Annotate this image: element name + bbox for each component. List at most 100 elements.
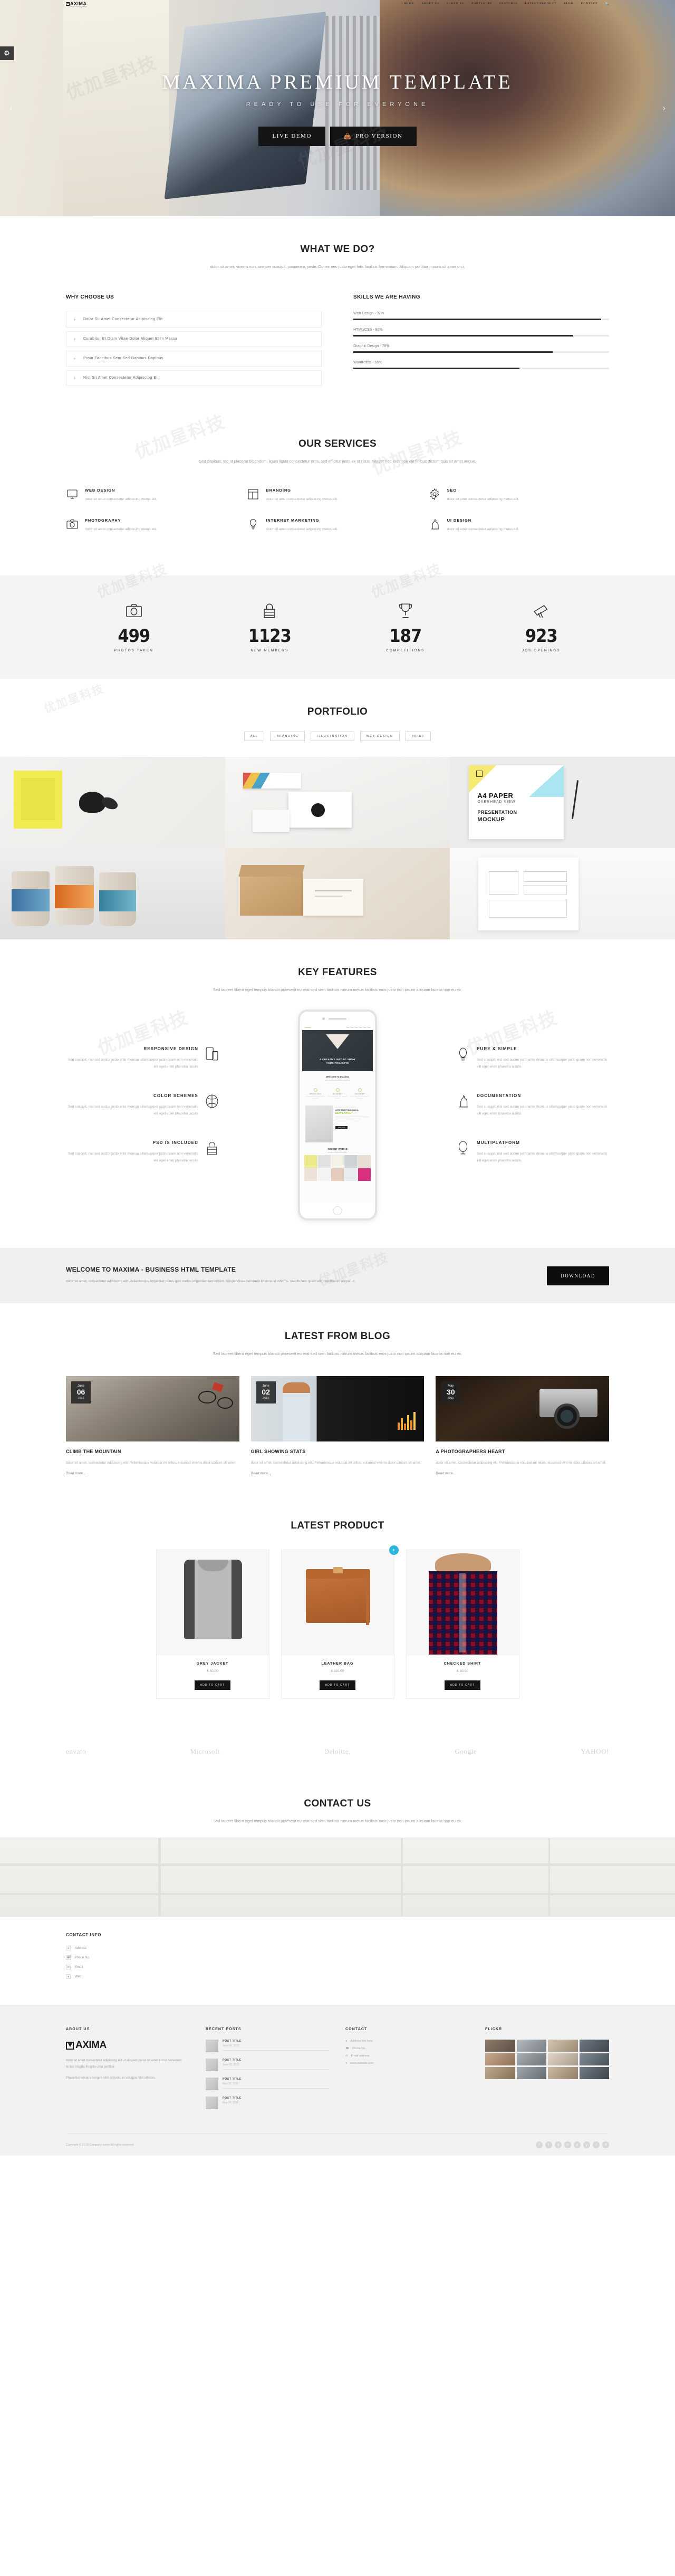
read-more-link[interactable]: Read more... (66, 1472, 86, 1475)
section-description: Sed laoreet libero eget tempus blandit p… (213, 1818, 462, 1823)
footer-contact-email: ✉ Email address (345, 2054, 469, 2058)
portfolio-filter-web-design[interactable]: WEB DESIGN (360, 731, 400, 741)
service-card-web-design[interactable]: WEB DESIGN dolor sit amet consectetur adi… (66, 488, 247, 518)
service-card-photography[interactable]: PHOTOGRAPHY dolor sit amet consectetur ad… (66, 518, 247, 548)
nav-item-contact[interactable]: CONTACT (581, 2, 598, 5)
flickr-thumb[interactable] (548, 2053, 578, 2066)
site-logo[interactable]: AXIMA (66, 1, 87, 6)
footer-post-item[interactable]: POST TITLE May 24, 2015 (206, 2097, 330, 2110)
accordion-item[interactable]: + Dolor Sit Amet Consectetur Adipiscing … (66, 311, 322, 328)
accordion-item[interactable]: + Proin Faucibus Sem Sed Dapibus Dapibus (66, 350, 322, 367)
skill-fill (353, 367, 520, 369)
footer-contact-address: ● Address line here (345, 2040, 469, 2043)
blog-title: GIRL SHOWING STATS (250, 1448, 306, 1454)
search-icon[interactable]: 🔍 (605, 2, 609, 6)
product-card[interactable]: CHECKED SHIRT £ 30.00 ADD TO CART (406, 1549, 519, 1699)
footer-post-item[interactable]: POST TITLE May 30, 2015 (206, 2078, 330, 2091)
live-demo-button[interactable]: LIVE DEMO (258, 126, 326, 146)
portfolio-filter-all[interactable]: ALL (244, 731, 265, 741)
service-card-branding[interactable]: BRANDING dolor sit amet consectetur adipi… (247, 488, 428, 518)
social-dribbble-icon[interactable]: d (602, 2141, 609, 2149)
skill-track (353, 367, 609, 369)
flickr-thumb[interactable] (579, 2040, 609, 2052)
social-linkedin-icon[interactable]: in (564, 2141, 571, 2149)
hero-prev-arrow[interactable]: ‹ (9, 103, 13, 113)
social-google-icon[interactable]: g (555, 2141, 562, 2149)
nav-item-portfolio[interactable]: PORTFOLIO (471, 2, 492, 5)
portfolio-tile[interactable] (225, 848, 450, 939)
service-title: BRANDING (266, 487, 291, 493)
hero-subtitle: READY TO USE FOR EVERYONE (246, 101, 429, 108)
counter-value: 187 (389, 625, 422, 647)
client-logo-google: Google (455, 1747, 477, 1755)
portfolio-tile[interactable] (0, 756, 225, 848)
flickr-thumb[interactable] (485, 2053, 515, 2066)
plus-icon: + (73, 355, 76, 361)
service-card-internet-marketing[interactable]: INTERNET MARKETING dolor sit amet consect… (247, 518, 428, 548)
post-date: June 02, 2015 (223, 2063, 239, 2067)
flickr-thumb[interactable] (579, 2053, 609, 2066)
flickr-thumb[interactable] (485, 2067, 515, 2080)
product-card[interactable]: + LEATHER BAG £ 110.00 ADD TO CART (281, 1545, 399, 1699)
social-pinterest-icon[interactable]: p (574, 2141, 581, 2149)
flickr-thumb[interactable] (485, 2040, 515, 2052)
flickr-thumb[interactable] (516, 2040, 546, 2052)
add-to-cart-button[interactable]: ADD TO CART (444, 1680, 481, 1690)
pro-version-button[interactable]: 👜 PRO VERSION (330, 126, 417, 146)
portfolio-tile[interactable] (225, 756, 450, 848)
social-youtube-icon[interactable]: y (583, 2141, 590, 2149)
nav-item-latest-product[interactable]: LATEST PRODUCT (525, 2, 557, 5)
social-facebook-icon[interactable]: f (536, 2141, 543, 2149)
counter-value: 1123 (248, 625, 292, 647)
blog-card[interactable]: June 02 2015 GIRL SHOWING STATS dolor si… (250, 1376, 425, 1477)
portfolio-tile[interactable] (0, 848, 225, 939)
accordion-item[interactable]: + Curabitur Et Diam Vitae Dolor Aliquet … (66, 331, 322, 347)
nav-item-features[interactable]: FEATURES (499, 2, 518, 5)
portfolio-filter-branding[interactable]: BRANDING (270, 731, 305, 741)
service-card-ui-design[interactable]: UI DESIGN dolor sit amet consectetur adip… (428, 518, 609, 548)
section-description: Sed dapibus, leo ut placerat bibendum, l… (199, 458, 476, 464)
flickr-thumb[interactable] (548, 2067, 578, 2080)
footer-logo[interactable]: AXIMA (66, 2040, 190, 2051)
phone-promo-image (305, 1106, 333, 1143)
add-to-cart-button[interactable]: ADD TO CART (319, 1680, 356, 1690)
blog-card[interactable]: June 06 2015 CLIMB THE MOUNTAIN dolor si… (66, 1376, 239, 1477)
accordion-item[interactable]: + Nisl Sit Amet Consectetur Adipiscing E… (66, 370, 322, 386)
flickr-thumb[interactable] (548, 2040, 578, 2052)
portfolio-filter-print[interactable]: PRINT (405, 731, 431, 741)
flickr-thumb[interactable] (516, 2067, 546, 2080)
phone-promo-button[interactable]: READ MORE (335, 1126, 348, 1129)
blog-excerpt: dolor sit amet, consectetur adipiscing e… (250, 1460, 421, 1465)
footer-post-item[interactable]: POST TITLE June 06, 2015 (206, 2040, 330, 2053)
social-rss-icon[interactable]: r (593, 2141, 600, 2149)
read-more-link[interactable]: Read more... (436, 1472, 456, 1475)
download-button[interactable]: DOWNLOAD (547, 1266, 609, 1285)
product-badge[interactable]: + (389, 1545, 399, 1555)
nav-item-home[interactable]: HOME (403, 2, 414, 5)
portfolio-tile[interactable] (450, 848, 675, 939)
nav-item-services[interactable]: SERVICES (447, 2, 464, 5)
flickr-thumb[interactable] (579, 2067, 609, 2080)
read-more-link[interactable]: Read more... (251, 1472, 271, 1475)
nav-item-blog[interactable]: BLOG (564, 2, 574, 5)
contact-map[interactable] (0, 1838, 675, 1917)
post-title: POST TITLE (223, 2097, 242, 2100)
settings-button[interactable]: ⚙ (0, 46, 14, 60)
hero-next-arrow[interactable]: › (662, 103, 666, 113)
nav-item-about-us[interactable]: ABOUT US (422, 2, 439, 5)
product-card[interactable]: GREY JACKET £ 50.00 ADD TO CART (156, 1549, 269, 1699)
social-twitter-icon[interactable]: t (545, 2141, 552, 2149)
blog-card[interactable]: May 30 2015 A PHOTOGRAPHERS HEART dolor … (436, 1376, 610, 1477)
blog-date-badge: June 06 2015 (71, 1381, 91, 1404)
add-to-cart-button[interactable]: ADD TO CART (194, 1680, 231, 1690)
phone-feature-label: CREATIVE WAY (354, 1093, 365, 1095)
footer-post-item[interactable]: POST TITLE June 02, 2015 (206, 2059, 330, 2072)
portfolio-filter-illustration[interactable]: ILLUSTRATION (311, 731, 354, 741)
contact-section: CONTACT US Sed laoreet libero eget tempu… (0, 1774, 675, 1838)
flickr-grid (485, 2040, 609, 2080)
feature-desc: Sed suscipit, nisl sed auctor justo ante… (477, 1152, 608, 1163)
blog-excerpt: dolor sit amet, consectetur adipiscing e… (436, 1460, 606, 1465)
flickr-thumb[interactable] (516, 2053, 546, 2066)
portfolio-tile[interactable]: A4 PAPER OVERHEAD VIEW PRESENTATION MOCK… (450, 756, 675, 848)
service-card-seo[interactable]: SEO dolor sit amet consectetur adipiscing… (428, 488, 609, 518)
